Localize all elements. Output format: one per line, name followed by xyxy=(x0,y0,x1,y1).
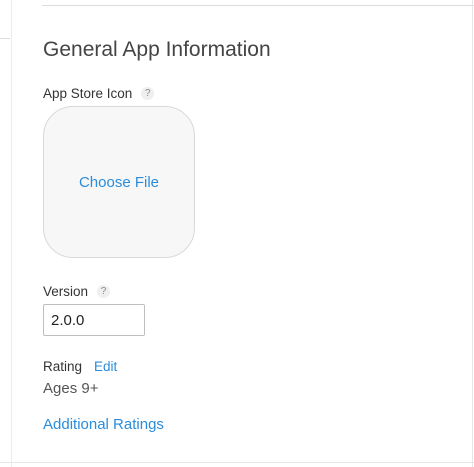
rating-edit-link[interactable]: Edit xyxy=(94,359,117,374)
version-label: Version xyxy=(43,284,89,299)
rating-row: Rating Edit xyxy=(43,359,117,374)
section-title: General App Information xyxy=(43,38,271,61)
version-input[interactable] xyxy=(43,304,145,336)
rating-label: Rating xyxy=(43,359,83,374)
right-border xyxy=(472,0,473,467)
choose-file-button[interactable]: Choose File xyxy=(79,174,159,191)
icon-upload-well[interactable]: Choose File xyxy=(43,106,195,258)
app-store-icon-label: App Store Icon xyxy=(43,86,133,101)
app-store-icon-field: App Store Icon ? xyxy=(43,86,155,101)
help-icon[interactable]: ? xyxy=(141,87,155,100)
bottom-divider xyxy=(0,462,474,463)
version-field: Version ? xyxy=(43,284,111,299)
left-border xyxy=(11,0,12,467)
rating-value: Ages 9+ xyxy=(43,380,99,397)
app-info-page: General App Information App Store Icon ?… xyxy=(0,0,474,467)
help-icon[interactable]: ? xyxy=(97,285,111,298)
additional-ratings-link[interactable]: Additional Ratings xyxy=(43,416,164,433)
left-divider xyxy=(0,38,10,39)
top-divider xyxy=(42,5,474,6)
